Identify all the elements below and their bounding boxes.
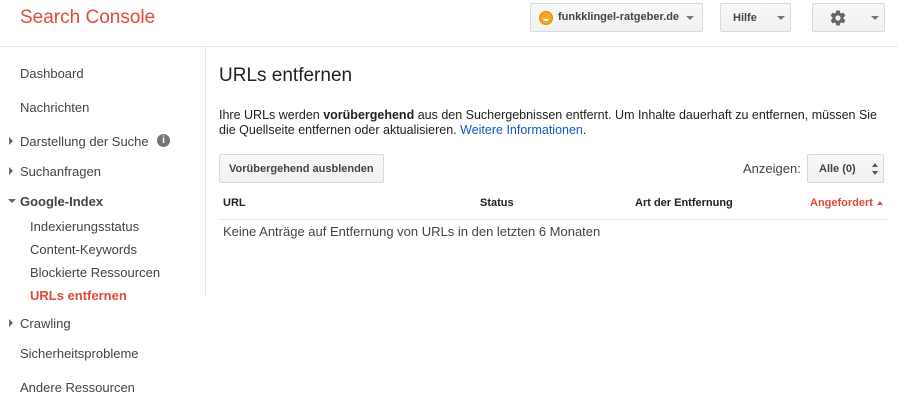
- help-button[interactable]: Hilfe: [720, 3, 791, 32]
- column-header-status[interactable]: Status: [480, 197, 514, 209]
- gear-icon: [830, 10, 846, 26]
- help-label: Hilfe: [733, 12, 757, 24]
- sidebar-item-suchanfragen[interactable]: Suchanfragen: [20, 164, 101, 179]
- sidebar-subitem-content-keywords[interactable]: Content-Keywords: [30, 242, 137, 257]
- chevron-down-icon: [871, 16, 879, 20]
- description-text: Ihre URLs werden: [219, 108, 324, 122]
- more-info-link[interactable]: Weitere Informationen: [460, 123, 583, 137]
- filter-select-value: Alle (0): [819, 163, 856, 175]
- sidebar-item-andere-ressourcen[interactable]: Andere Ressourcen: [20, 380, 135, 395]
- sort-ascending-icon: [876, 201, 883, 205]
- settings-button[interactable]: [812, 3, 885, 32]
- description-text: .: [582, 123, 587, 137]
- column-header-requested[interactable]: Angefordert: [810, 197, 883, 209]
- triangle-right-icon[interactable]: [9, 137, 13, 145]
- filter-label: Anzeigen:: [743, 161, 801, 176]
- info-icon[interactable]: i: [157, 134, 170, 147]
- sidebar-subitem-indexierungsstatus[interactable]: Indexierungsstatus: [30, 219, 139, 234]
- page-description: Ihre URLs werden vorübergehend aus den S…: [219, 108, 887, 138]
- triangle-right-icon[interactable]: [9, 319, 13, 327]
- sidebar-item-crawling[interactable]: Crawling: [20, 316, 71, 331]
- sidebar-item-sicherheitsprobleme[interactable]: Sicherheitsprobleme: [20, 346, 139, 361]
- sidebar-subitem-urls-entfernen[interactable]: URLs entfernen: [30, 288, 127, 303]
- chevron-down-icon: [777, 16, 785, 20]
- filter-select[interactable]: Alle (0): [807, 154, 884, 183]
- top-bar: Search Console funkklingel-ratgeber.de H…: [0, 0, 898, 47]
- chevron-up-icon: [872, 163, 878, 167]
- site-favicon-icon: [539, 11, 553, 25]
- sidebar-subitem-blockierte-ressourcen[interactable]: Blockierte Ressourcen: [30, 265, 160, 280]
- description-emphasis: vorübergehend: [323, 108, 415, 122]
- sidebar-item-google-index[interactable]: Google-Index: [20, 194, 103, 209]
- column-header-url[interactable]: URL: [223, 197, 246, 209]
- app-title[interactable]: Search Console: [20, 7, 155, 29]
- temporarily-hide-button[interactable]: Vorübergehend ausblenden: [219, 154, 384, 183]
- chevron-down-icon: [686, 16, 694, 20]
- column-header-removal-type[interactable]: Art der Entfernung: [635, 197, 733, 209]
- column-header-requested-label: Angefordert: [810, 197, 873, 209]
- sidebar-item-darstellung-der-suche[interactable]: Darstellung der Suche: [20, 134, 149, 149]
- chevron-down-icon: [872, 171, 878, 175]
- empty-table-message: Keine Anträge auf Entfernung von URLs in…: [223, 224, 601, 239]
- page-title: URLs entfernen: [219, 65, 353, 86]
- temporarily-hide-label: Vorübergehend ausblenden: [229, 163, 374, 175]
- triangle-right-icon[interactable]: [9, 167, 13, 175]
- site-selector-button[interactable]: funkklingel-ratgeber.de: [530, 3, 703, 32]
- sidebar-item-nachrichten[interactable]: Nachrichten: [20, 100, 89, 115]
- triangle-down-icon[interactable]: [8, 199, 16, 203]
- sidebar-item-dashboard[interactable]: Dashboard: [20, 66, 84, 81]
- table-divider: [219, 219, 887, 220]
- site-name: funkklingel-ratgeber.de: [558, 11, 680, 23]
